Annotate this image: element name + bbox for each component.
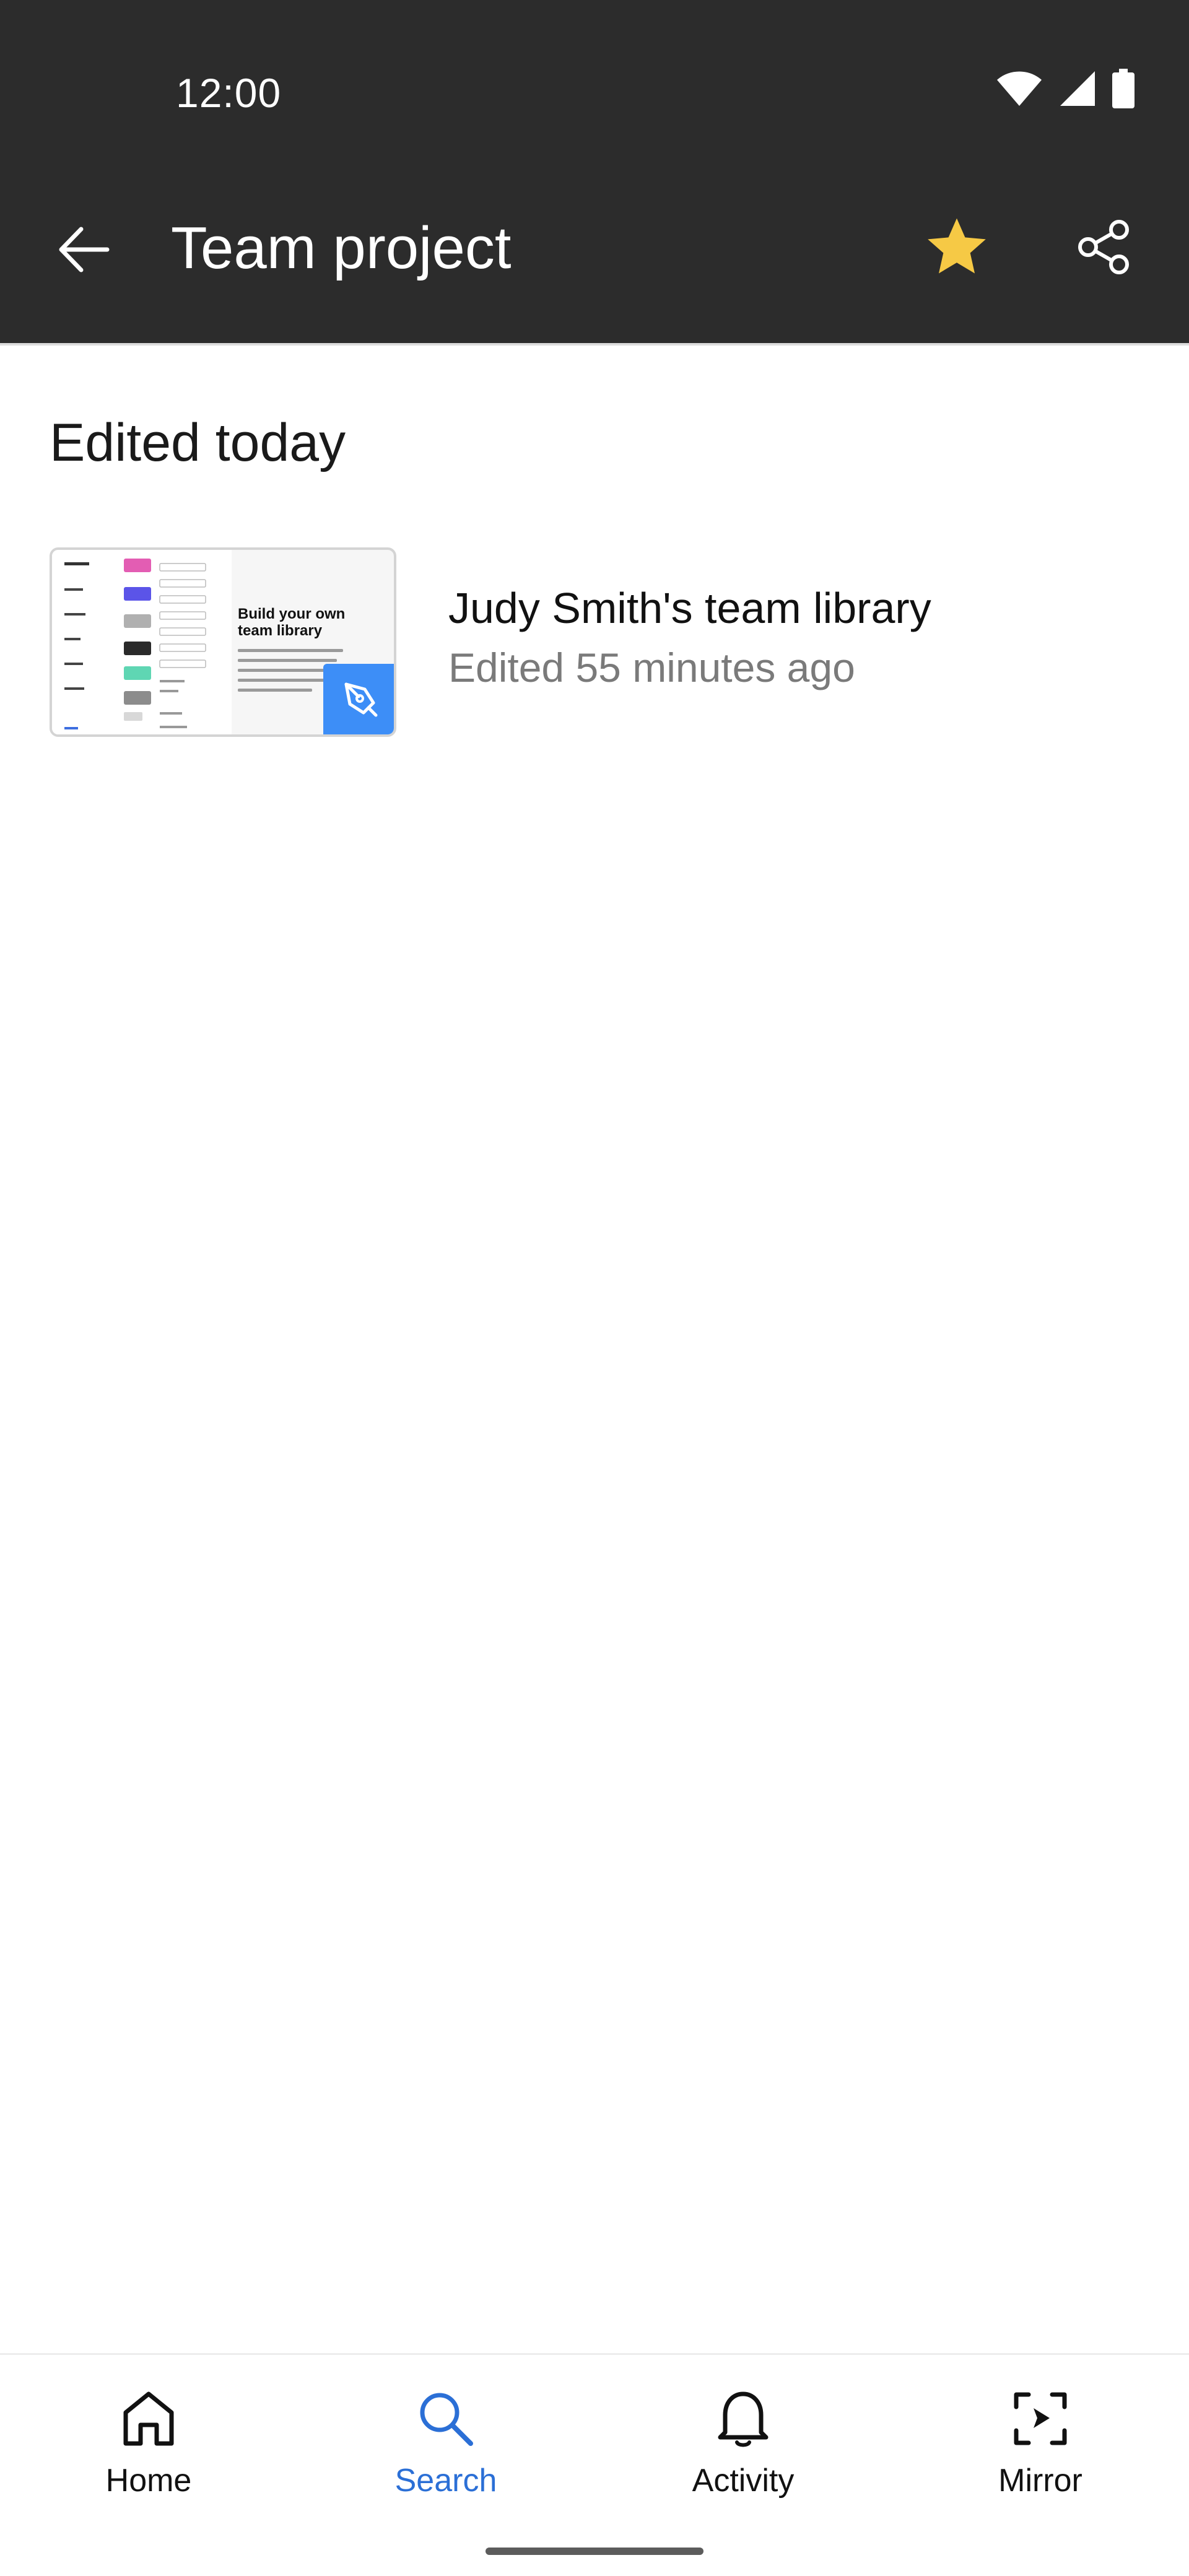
- back-button[interactable]: [43, 211, 124, 291]
- nav-item-search[interactable]: Search: [297, 2385, 594, 2515]
- divider: [0, 343, 1189, 346]
- arrow-left-icon: [58, 227, 110, 276]
- thumbnail-text-line: [238, 659, 337, 662]
- file-edited-time: Edited 55 minutes ago: [448, 645, 855, 690]
- nav-label: Home: [105, 2463, 192, 2499]
- nav-item-mirror[interactable]: Mirror: [892, 2385, 1189, 2515]
- file-thumbnail: Build your own team library: [50, 547, 396, 737]
- battery-icon: [1112, 68, 1135, 111]
- thumbnail-text-line: [238, 689, 312, 692]
- thumbnail-title: Build your own team library: [238, 606, 346, 639]
- status-bar: 12:00: [0, 0, 1189, 183]
- nav-item-home[interactable]: Home: [0, 2385, 297, 2515]
- status-icons: [996, 68, 1135, 111]
- home-indicator[interactable]: [486, 2548, 703, 2555]
- share-icon: [1076, 219, 1133, 279]
- favorite-button[interactable]: [917, 208, 997, 289]
- nav-label: Activity: [692, 2463, 795, 2499]
- search-icon: [412, 2385, 480, 2453]
- star-icon: [925, 216, 989, 281]
- pen-tool-icon: [340, 679, 380, 722]
- nav-item-activity[interactable]: Activity: [594, 2385, 892, 2515]
- bottom-navigation: Home Search Activity Mirror: [0, 2353, 1189, 2576]
- file-list-item[interactable]: Build your own team library Judy Smith's…: [0, 539, 1189, 749]
- thumbnail-sidebar: [52, 550, 232, 734]
- section-heading: Edited today: [50, 413, 346, 472]
- wifi-icon: [996, 70, 1043, 110]
- thumbnail-text-line: [238, 649, 343, 652]
- bell-icon: [709, 2385, 777, 2453]
- mirror-icon: [1006, 2385, 1074, 2453]
- file-type-badge: [323, 664, 394, 734]
- cellular-icon: [1059, 70, 1096, 110]
- nav-label: Search: [394, 2463, 497, 2499]
- share-button[interactable]: [1064, 208, 1144, 289]
- file-name: Judy Smith's team library: [448, 584, 931, 632]
- home-icon: [115, 2385, 183, 2453]
- nav-label: Mirror: [998, 2463, 1082, 2499]
- app-bar: Team project: [0, 183, 1189, 344]
- page-title: Team project: [171, 215, 512, 281]
- status-time: 12:00: [176, 70, 282, 116]
